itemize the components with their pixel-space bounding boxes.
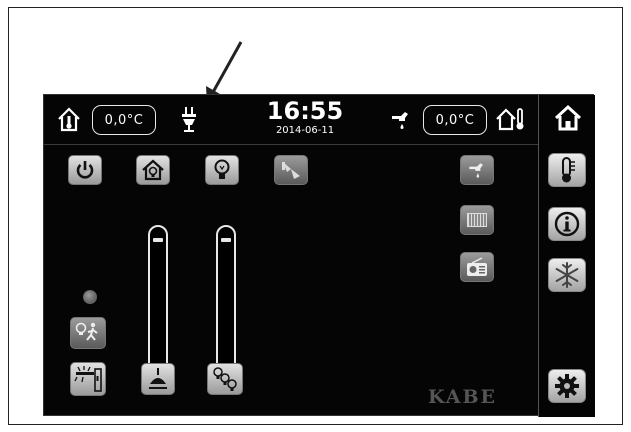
- radiator-icon: [467, 213, 487, 227]
- info-icon: [554, 211, 580, 237]
- thermometer-icon: [562, 157, 575, 183]
- power-icon: [76, 161, 94, 179]
- snowflake-icon: [555, 262, 579, 288]
- water-tap-icon[interactable]: [389, 107, 413, 133]
- radio-icon: [467, 257, 487, 276]
- inside-temperature[interactable]: 0,0°C: [92, 105, 156, 135]
- control-panel-screen: 0,0°C 16:55 2014-06-11 0,0°C KABE: [43, 94, 595, 417]
- multi-bulb-dimmer[interactable]: [216, 225, 236, 375]
- awning-light-icon: [74, 366, 102, 392]
- multi-bulb-button[interactable]: [207, 363, 243, 395]
- motion-sensor-light-icon: [75, 322, 98, 341]
- outside-thermometer-icon[interactable]: [495, 105, 527, 133]
- status-bar: 0,0°C 16:55 2014-06-11 0,0°C: [44, 95, 538, 145]
- power-button[interactable]: [68, 155, 102, 185]
- slider-handle[interactable]: [153, 237, 163, 242]
- ceiling-lamp-button[interactable]: [141, 363, 175, 395]
- house-light-button[interactable]: [136, 155, 170, 185]
- home-icon: [554, 104, 582, 131]
- brand-logo: KABE: [428, 386, 498, 408]
- info-button[interactable]: [548, 207, 586, 241]
- light-bulb-button[interactable]: [205, 155, 239, 185]
- settings-button[interactable]: [548, 369, 586, 403]
- climate-button[interactable]: [548, 153, 586, 187]
- ceiling-lamp-icon: [149, 368, 167, 389]
- radio-button[interactable]: [460, 252, 494, 282]
- water-pump-button[interactable]: [460, 155, 494, 185]
- multi-bulb-icon: [213, 367, 237, 391]
- power-plug-icon: [179, 106, 199, 134]
- side-navigation: [538, 95, 595, 417]
- clock-time: 16:55: [266, 97, 344, 125]
- slider-handle[interactable]: [221, 237, 231, 242]
- water-tap-icon: [469, 163, 483, 178]
- motion-light-button[interactable]: [70, 317, 106, 349]
- house-light-icon: [142, 159, 164, 181]
- house-thermometer-icon[interactable]: [56, 105, 82, 133]
- clock-date: 2014-06-11: [275, 125, 335, 136]
- ceiling-lamp-dimmer[interactable]: [148, 225, 168, 375]
- gear-icon: [555, 374, 579, 398]
- home-button[interactable]: [549, 99, 587, 137]
- air-conditioning-button[interactable]: [548, 258, 586, 292]
- spotlight-button[interactable]: [274, 155, 308, 185]
- spotlight-icon: [282, 162, 300, 179]
- light-bulb-icon: [214, 159, 230, 179]
- outside-temperature[interactable]: 0,0°C: [423, 105, 487, 135]
- awning-light-button[interactable]: [70, 362, 106, 396]
- heater-button[interactable]: [460, 205, 494, 235]
- status-led: [83, 290, 97, 304]
